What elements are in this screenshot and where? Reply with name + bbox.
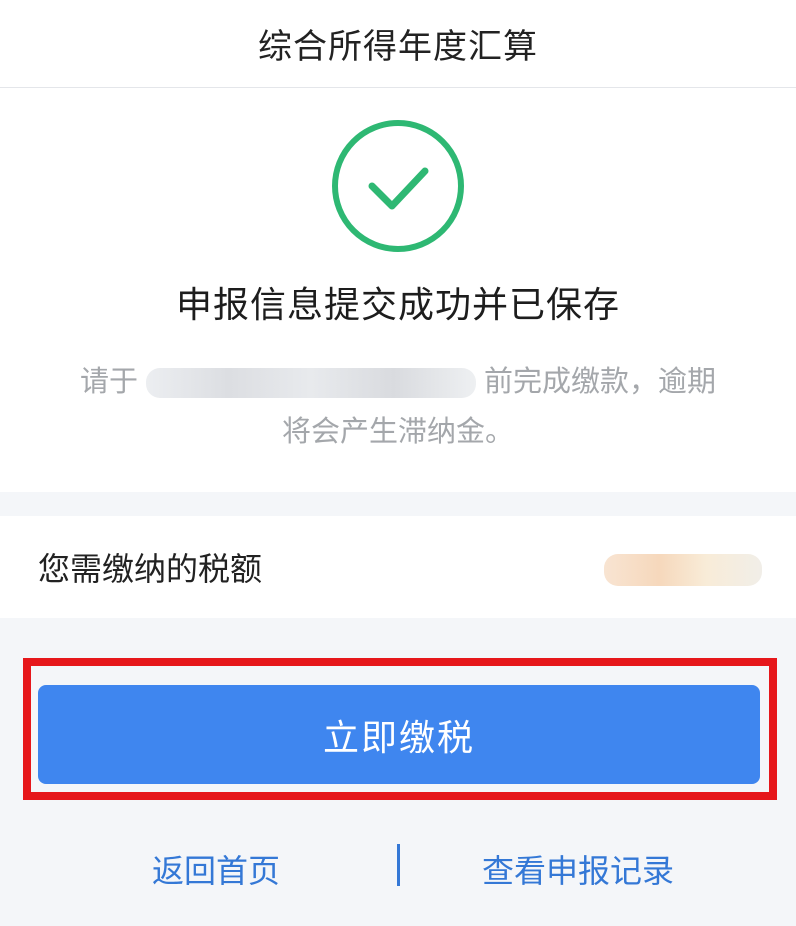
blurred-deadline-date: [146, 368, 476, 398]
return-home-link[interactable]: 返回首页: [152, 846, 280, 892]
payment-deadline-notice: 请于 前完成缴款，逾期将会产生滞纳金。: [70, 356, 726, 456]
tax-amount-label: 您需缴纳的税额: [38, 550, 263, 588]
pay-tax-button[interactable]: 立即缴税: [38, 685, 760, 784]
tax-amount-row: 您需缴纳的税额: [0, 516, 796, 618]
check-circle-icon: [332, 120, 464, 252]
result-card: 申报信息提交成功并已保存 请于 前完成缴款，逾期将会产生滞纳金。: [0, 88, 796, 492]
bottom-links: 返回首页 查看申报记录: [0, 836, 796, 896]
blurred-tax-amount: [604, 554, 762, 586]
link-divider: [397, 844, 400, 886]
notice-prefix: 请于: [79, 364, 138, 398]
success-title: 申报信息提交成功并已保存: [175, 285, 620, 326]
header-bar: 综合所得年度汇算: [0, 0, 796, 88]
view-declaration-records-link[interactable]: 查看申报记录: [482, 846, 674, 892]
page-title: 综合所得年度汇算: [258, 27, 538, 67]
